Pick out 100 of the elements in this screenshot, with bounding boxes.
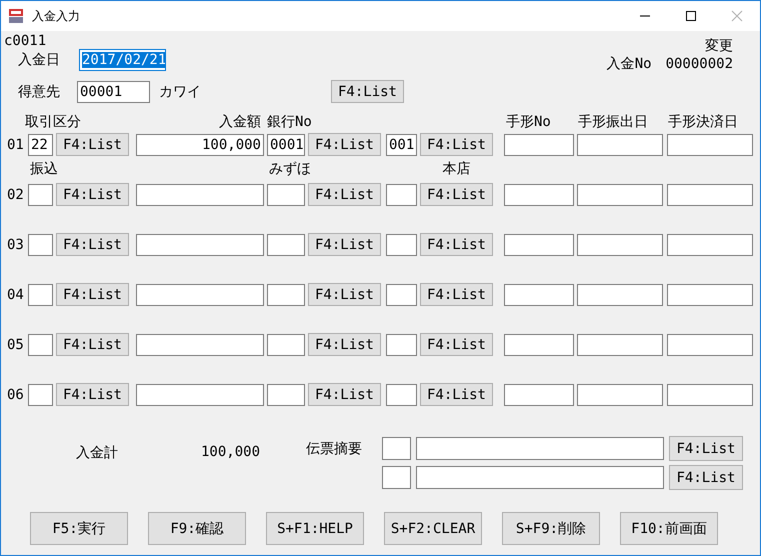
slip-number-label: 入金No bbox=[606, 55, 652, 73]
memo-code-field[interactable] bbox=[382, 437, 411, 460]
branch-number-field[interactable] bbox=[386, 184, 417, 206]
issue-date-field[interactable] bbox=[577, 184, 663, 206]
bank-number-field[interactable] bbox=[267, 334, 305, 356]
type-code-field[interactable] bbox=[28, 384, 53, 406]
row-number: 05 bbox=[7, 336, 25, 352]
close-icon[interactable] bbox=[731, 10, 743, 22]
bill-number-field[interactable] bbox=[504, 234, 574, 256]
maximize-icon[interactable] bbox=[685, 10, 697, 22]
list-button[interactable]: F4:List bbox=[56, 283, 129, 306]
column-header: 銀行No bbox=[267, 114, 312, 130]
function-key-button[interactable]: S+F2:CLEAR bbox=[384, 512, 482, 545]
list-button[interactable]: F4:List bbox=[308, 333, 381, 356]
type-code-field[interactable] bbox=[28, 234, 53, 256]
customer-code-field[interactable]: 00001 bbox=[77, 80, 150, 102]
amount-field[interactable] bbox=[136, 234, 264, 256]
function-key-button[interactable]: F5:実行 bbox=[30, 512, 128, 545]
function-key-button[interactable]: F10:前画面 bbox=[620, 512, 718, 545]
function-key-button[interactable]: F9:確認 bbox=[148, 512, 246, 545]
type-name: 振込 bbox=[30, 161, 58, 177]
column-header: 手形決済日 bbox=[668, 114, 738, 130]
amount-field[interactable] bbox=[136, 384, 264, 406]
list-button[interactable]: F4:List bbox=[669, 465, 743, 490]
list-button[interactable]: F4:List bbox=[331, 80, 404, 103]
bank-number-field[interactable] bbox=[267, 234, 305, 256]
memo-text-field[interactable] bbox=[416, 437, 664, 460]
amount-field[interactable] bbox=[136, 184, 264, 206]
list-button[interactable]: F4:List bbox=[56, 383, 129, 406]
list-button[interactable]: F4:List bbox=[420, 383, 493, 406]
type-code-field[interactable] bbox=[28, 184, 53, 206]
issue-date-field[interactable] bbox=[577, 284, 663, 306]
branch-number-field[interactable] bbox=[386, 284, 417, 306]
list-button[interactable]: F4:List bbox=[308, 283, 381, 306]
total-value: 100,000 bbox=[201, 444, 260, 460]
issue-date-field[interactable] bbox=[577, 234, 663, 256]
list-button[interactable]: F4:List bbox=[56, 133, 129, 156]
date-field[interactable]: 2017/02/21 bbox=[79, 49, 166, 71]
issue-date-field[interactable] bbox=[577, 134, 663, 156]
bill-number-field[interactable] bbox=[504, 284, 574, 306]
list-button[interactable]: F4:List bbox=[420, 183, 493, 206]
branch-name: 本店 bbox=[442, 161, 470, 177]
settle-date-field[interactable] bbox=[667, 134, 753, 156]
bank-number-field[interactable]: 0001 bbox=[267, 134, 305, 156]
type-code-field[interactable] bbox=[28, 284, 53, 306]
row-number: 02 bbox=[7, 186, 25, 202]
list-button[interactable]: F4:List bbox=[308, 183, 381, 206]
list-button[interactable]: F4:List bbox=[420, 333, 493, 356]
settle-date-field[interactable] bbox=[667, 334, 753, 356]
row-number: 03 bbox=[7, 236, 25, 252]
mode-label: 変更 bbox=[705, 37, 733, 55]
amount-field[interactable] bbox=[136, 334, 264, 356]
bank-number-field[interactable] bbox=[267, 184, 305, 206]
list-button[interactable]: F4:List bbox=[308, 383, 381, 406]
slip-number: 00000002 bbox=[666, 55, 733, 73]
customer-name: カワイ bbox=[159, 82, 202, 100]
issue-date-field[interactable] bbox=[577, 334, 663, 356]
memo-label: 伝票摘要 bbox=[306, 440, 362, 458]
bill-number-field[interactable] bbox=[504, 384, 574, 406]
memo-code-field[interactable] bbox=[382, 466, 411, 489]
bank-number-field[interactable] bbox=[267, 284, 305, 306]
settle-date-field[interactable] bbox=[667, 234, 753, 256]
column-header: 入金額 bbox=[219, 114, 261, 130]
list-button[interactable]: F4:List bbox=[420, 233, 493, 256]
branch-number-field[interactable] bbox=[386, 234, 417, 256]
column-header: 手形振出日 bbox=[578, 114, 648, 130]
list-button[interactable]: F4:List bbox=[420, 283, 493, 306]
memo-text-field[interactable] bbox=[416, 466, 664, 489]
bank-number-field[interactable] bbox=[267, 384, 305, 406]
total-label: 入金計 bbox=[76, 444, 118, 462]
branch-number-field[interactable] bbox=[386, 334, 417, 356]
bill-number-field[interactable] bbox=[504, 134, 574, 156]
list-button[interactable]: F4:List bbox=[308, 133, 381, 156]
issue-date-field[interactable] bbox=[577, 384, 663, 406]
list-button[interactable]: F4:List bbox=[56, 233, 129, 256]
field-label: 入金日 bbox=[18, 51, 61, 69]
amount-field[interactable]: 100,000 bbox=[136, 134, 264, 156]
type-code-field[interactable] bbox=[28, 334, 53, 356]
type-code-field[interactable]: 22 bbox=[28, 134, 53, 156]
bank-name: みずほ bbox=[269, 161, 311, 177]
row-number: 01 bbox=[7, 136, 25, 152]
field-label: 得意先 bbox=[18, 82, 61, 100]
branch-number-field[interactable] bbox=[386, 384, 417, 406]
list-button[interactable]: F4:List bbox=[308, 233, 381, 256]
app-icon bbox=[8, 8, 24, 24]
row-number: 04 bbox=[7, 286, 25, 302]
function-key-button[interactable]: S+F1:HELP bbox=[266, 512, 364, 545]
list-button[interactable]: F4:List bbox=[56, 333, 129, 356]
bill-number-field[interactable] bbox=[504, 334, 574, 356]
settle-date-field[interactable] bbox=[667, 184, 753, 206]
list-button[interactable]: F4:List bbox=[420, 133, 493, 156]
list-button[interactable]: F4:List bbox=[669, 436, 743, 461]
bill-number-field[interactable] bbox=[504, 184, 574, 206]
function-key-button[interactable]: S+F9:削除 bbox=[502, 512, 600, 545]
amount-field[interactable] bbox=[136, 284, 264, 306]
column-header: 取引区分 bbox=[25, 114, 81, 130]
settle-date-field[interactable] bbox=[667, 384, 753, 406]
list-button[interactable]: F4:List bbox=[56, 183, 129, 206]
settle-date-field[interactable] bbox=[667, 284, 753, 306]
branch-number-field[interactable]: 001 bbox=[386, 134, 417, 156]
